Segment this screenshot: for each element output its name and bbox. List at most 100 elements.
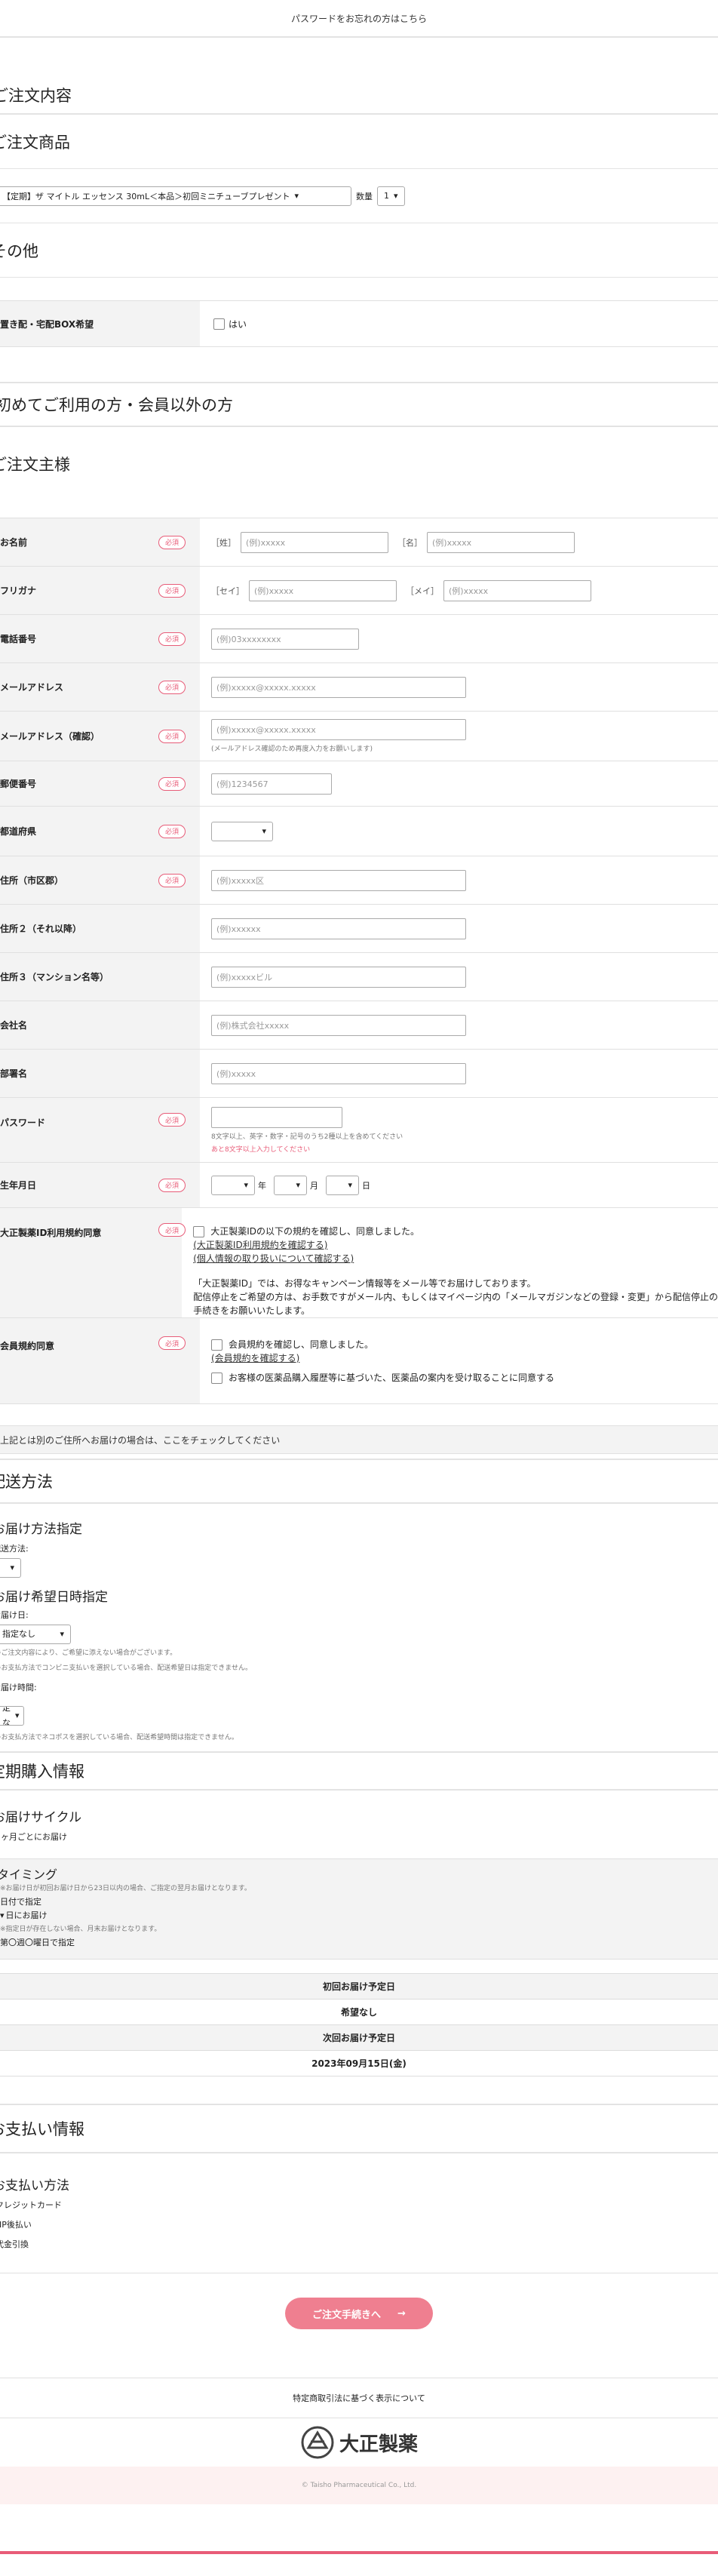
password-input[interactable] bbox=[211, 1106, 342, 1128]
delivery-heading: 配送方法 bbox=[0, 1460, 718, 1504]
kana-label-cell: フリガナ 必須 bbox=[0, 567, 200, 614]
privacy-link[interactable]: (個人情報の取り扱いについて確認する) bbox=[193, 1252, 354, 1265]
seikana-input[interactable]: (例)xxxxx bbox=[249, 579, 397, 601]
delivery-title: 配送方法 bbox=[0, 1473, 53, 1491]
email-confirm-label-cell: メールアドレス（確認） 必須 bbox=[0, 712, 200, 761]
chevron-down-icon: ▾ bbox=[10, 1563, 14, 1572]
mei-input[interactable]: (例)xxxxx bbox=[427, 531, 575, 553]
mei-bracket: ［名］ bbox=[397, 537, 422, 548]
phone-label-cell: 電話番号 必須 bbox=[0, 615, 200, 662]
cycle-value: 1ヶ月ごとにお届け bbox=[0, 1832, 67, 1842]
delivery-time-value: 指定なし bbox=[2, 1706, 11, 1726]
order-content-title: ご注文内容 bbox=[0, 87, 72, 105]
terms-checkbox[interactable] bbox=[193, 1226, 205, 1237]
orderer-form: お名前 必須 ［姓］ (例)xxxxx ［名］ (例)xxxxx フリガナ 必須 ［… bbox=[0, 518, 718, 1404]
addr2-input[interactable]: (例)xxxxxx bbox=[211, 918, 466, 939]
product-row: 【定期】ザ マイトル エッセンス 30mL＜本品＞初回ミニチューブプレゼント ▾ … bbox=[0, 169, 718, 223]
dept-input[interactable]: (例)xxxxx bbox=[211, 1062, 466, 1084]
submit-button[interactable]: ご注文手続きへ → bbox=[285, 2298, 433, 2329]
footer-logo[interactable]: 大正製薬 bbox=[0, 2418, 718, 2467]
zip-input[interactable]: (例)1234567 bbox=[211, 773, 332, 795]
qty-label: 数量 bbox=[356, 191, 373, 201]
timing-option-date[interactable]: 日付で指定 bbox=[0, 1895, 718, 1909]
tokushoho-text: 特定商取引法に基づく表示について bbox=[293, 2393, 425, 2403]
addr2-label: 住所２（それ以降） bbox=[0, 924, 82, 934]
company-label: 会社名 bbox=[0, 1020, 28, 1031]
terms-label: 大正製薬ID利用規約同意 bbox=[0, 1228, 102, 1238]
addr1-input[interactable]: (例)xxxxx区 bbox=[211, 869, 466, 891]
delivery-time-label: お届け時間: bbox=[0, 1683, 37, 1692]
required-badge: 必須 bbox=[158, 729, 186, 743]
regular-heading: 定期購入情報 bbox=[0, 1753, 718, 1791]
ship-other-row[interactable]: 上記とは別のご住所へお届けの場合は、ここをチェックしてください bbox=[0, 1425, 718, 1454]
regular-section: お届けサイクル 1ヶ月ごとにお届け bbox=[0, 1791, 718, 1845]
orderer-heading: ご注文主様 bbox=[0, 427, 718, 501]
email-confirm-input[interactable]: (例)xxxxx@xxxxx.xxxxx bbox=[211, 719, 466, 740]
payment-option-cod[interactable]: 代金引換 bbox=[0, 2235, 718, 2255]
orderer-title: ご注文主様 bbox=[0, 456, 70, 474]
schedule-table: 初回お届け予定日 希望なし 次回お届け予定日 2023年09月15日(金) bbox=[0, 1973, 718, 2076]
box-checkbox[interactable] bbox=[213, 318, 225, 330]
seikana-placeholder: (例)xxxxx bbox=[254, 586, 294, 596]
addr1-row: 住所（市区郡） 必須 (例)xxxxx区 bbox=[0, 856, 718, 905]
birth-month-select[interactable]: ▾ bbox=[274, 1175, 307, 1195]
forgot-password-link[interactable]: パスワードをお忘れの方はこちら bbox=[0, 0, 718, 38]
terms-link[interactable]: (大正製薬ID利用規約を確認する) bbox=[193, 1238, 327, 1252]
email-input[interactable]: (例)xxxxx@xxxxx.xxxxx bbox=[211, 676, 466, 698]
pref-value-cell: ▾ bbox=[200, 807, 718, 856]
medicine-checkbox[interactable] bbox=[211, 1373, 222, 1384]
delivery-method-select[interactable]: ▾ bbox=[0, 1558, 21, 1578]
forgot-password-text[interactable]: パスワードをお忘れの方はこちら bbox=[291, 12, 427, 25]
box-row: 置き配・宅配BOX希望 はい bbox=[0, 300, 718, 347]
delivery-date-select[interactable]: 指定なし ▾ bbox=[0, 1625, 71, 1644]
next-delivery-value: 2023年09月15日(金) bbox=[311, 2058, 407, 2069]
email-confirm-label: メールアドレス（確認） bbox=[0, 731, 100, 742]
month-label: 月 bbox=[310, 1180, 318, 1191]
delivery-time-select[interactable]: 指定なし ▾ bbox=[0, 1706, 24, 1726]
meikana-input[interactable]: (例)xxxxx bbox=[443, 579, 591, 601]
delivery-method-label: 配送方法: bbox=[0, 1544, 29, 1554]
box-label-cell: 置き配・宅配BOX希望 bbox=[0, 301, 200, 346]
sei-input[interactable]: (例)xxxxx bbox=[241, 531, 388, 553]
password-warning: あと8文字以上入力してください bbox=[211, 1145, 311, 1154]
timing-option-week[interactable]: 第〇週〇曜日で指定 bbox=[0, 1936, 718, 1950]
taisho-emblem-icon bbox=[301, 2426, 334, 2459]
tokushoho-link[interactable]: 特定商取引法に基づく表示について bbox=[0, 2378, 718, 2418]
chevron-down-icon[interactable]: ▾ bbox=[0, 1909, 5, 1923]
required-badge: 必須 bbox=[158, 583, 186, 598]
product-select[interactable]: 【定期】ザ マイトル エッセンス 30mL＜本品＞初回ミニチューブプレゼント ▾ bbox=[0, 186, 351, 206]
addr3-value-cell: (例)xxxxxビル bbox=[200, 953, 718, 1001]
password-note: 8文字以上、英字・数字・記号のうち2種以上を含めてください bbox=[211, 1133, 403, 1141]
zip-label-cell: 郵便番号 必須 bbox=[0, 761, 200, 806]
first-delivery-label: 初回お届け予定日 bbox=[322, 1981, 395, 1992]
cycle-heading: お届けサイクル bbox=[0, 1810, 82, 1825]
pref-row: 都道府県 必須 ▾ bbox=[0, 807, 718, 856]
company-input[interactable]: (例)株式会社xxxxx bbox=[211, 1014, 466, 1036]
payment-title: お支払い情報 bbox=[0, 2120, 84, 2138]
addr1-label: 住所（市区郡） bbox=[0, 875, 64, 886]
phone-input[interactable]: (例)03xxxxxxxx bbox=[211, 628, 359, 650]
qty-value: 1 bbox=[384, 191, 389, 201]
birth-year-select[interactable]: ▾ bbox=[211, 1175, 255, 1195]
payment-option-credit[interactable]: クレジットカード bbox=[0, 2196, 718, 2215]
addr2-row: 住所２（それ以降） (例)xxxxxx bbox=[0, 905, 718, 953]
addr3-input[interactable]: (例)xxxxxビル bbox=[211, 966, 466, 988]
payment-option-np[interactable]: NP後払い bbox=[0, 2215, 718, 2235]
company-value-cell: (例)株式会社xxxxx bbox=[200, 1001, 718, 1049]
pref-select[interactable]: ▾ bbox=[211, 821, 273, 841]
timing-day-value: 日にお届け bbox=[5, 1910, 48, 1920]
products-heading: ご注文商品 bbox=[0, 115, 718, 169]
member-link[interactable]: (会員規約を確認する) bbox=[211, 1351, 299, 1365]
terms-label-cell: 大正製薬ID利用規約同意 必須 bbox=[0, 1208, 186, 1317]
password-label: パスワード bbox=[0, 1117, 46, 1128]
terms-value-cell: 大正製薬IDの以下の規約を確認し、同意しました。 (大正製薬ID利用規約を確認す… bbox=[182, 1208, 718, 1317]
day-label: 日 bbox=[362, 1180, 370, 1191]
phone-value-cell: (例)03xxxxxxxx bbox=[200, 615, 718, 662]
pref-label-cell: 都道府県 必須 bbox=[0, 807, 200, 856]
birth-day-select[interactable]: ▾ bbox=[326, 1175, 359, 1195]
qty-select[interactable]: 1 ▾ bbox=[377, 186, 405, 206]
first-delivery-header: 初回お届け予定日 bbox=[0, 1974, 718, 2000]
meikana-bracket: ［メイ］ bbox=[406, 586, 439, 596]
member-checkbox[interactable] bbox=[211, 1339, 222, 1351]
sei-placeholder: (例)xxxxx bbox=[246, 537, 286, 548]
